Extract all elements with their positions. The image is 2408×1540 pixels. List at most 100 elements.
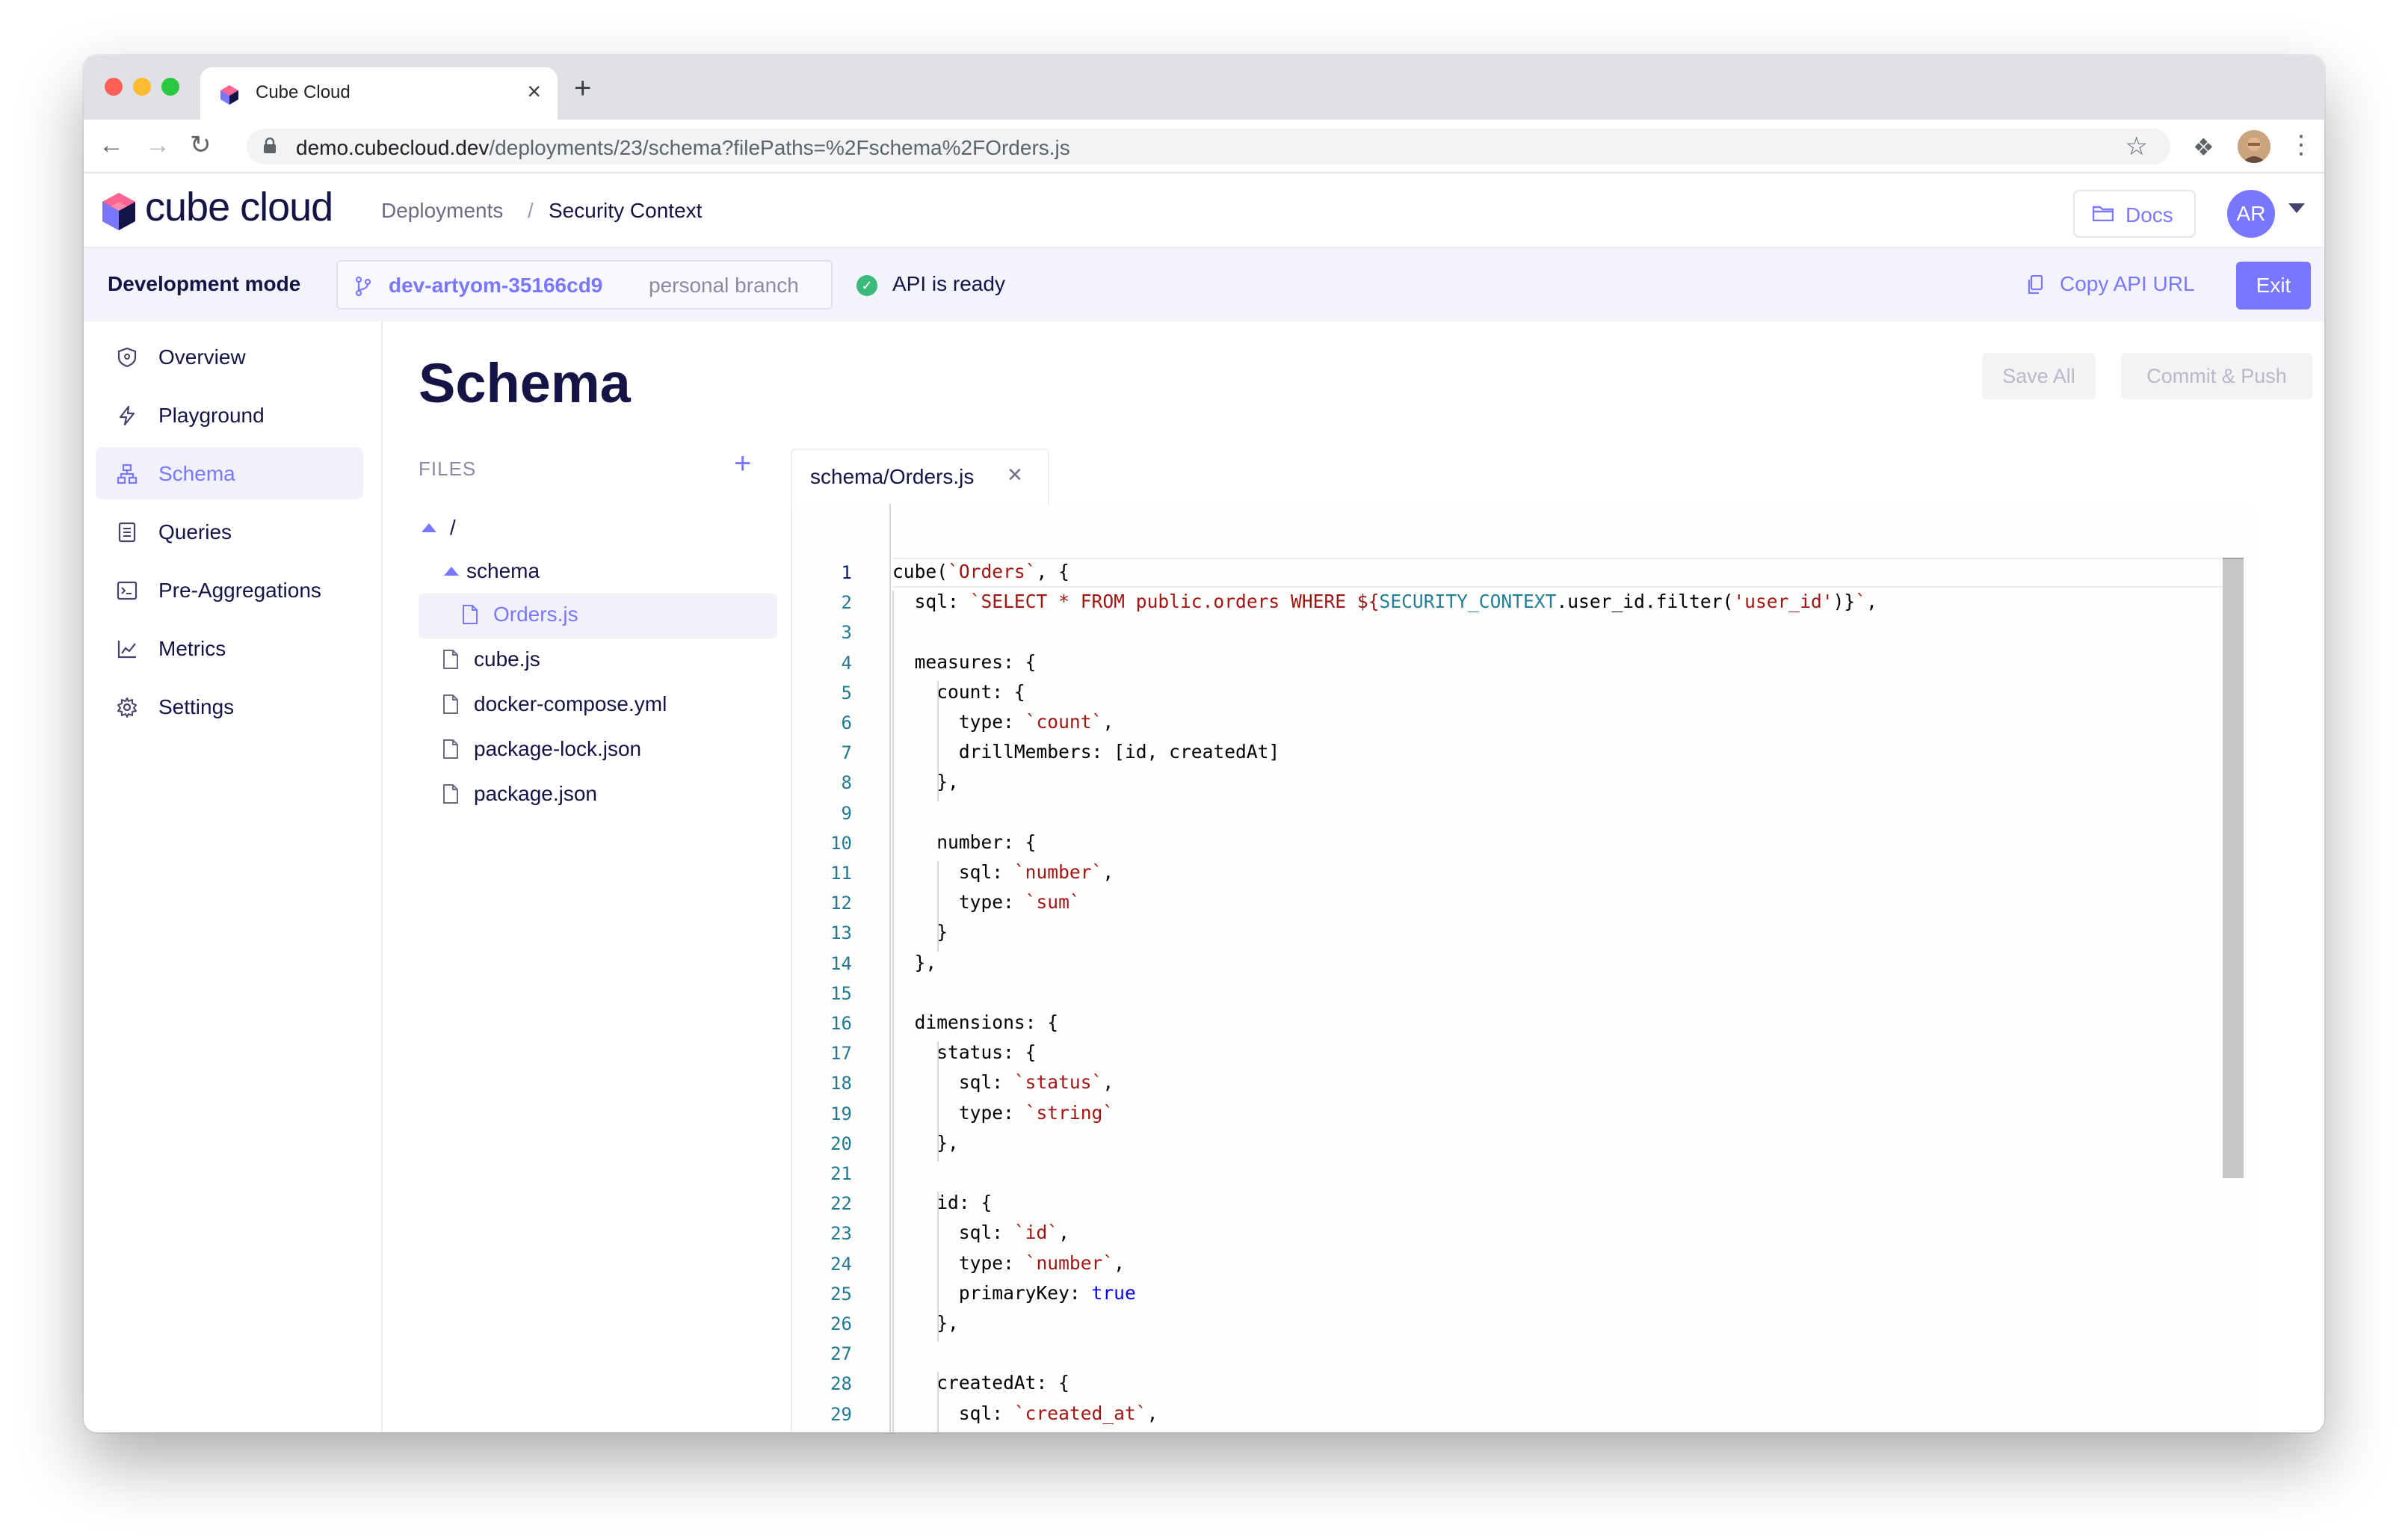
commit-push-button[interactable]: Commit & Push [2121, 353, 2312, 399]
tree-file-orders[interactable]: Orders.js [462, 594, 761, 638]
zoom-window-button[interactable] [161, 78, 179, 96]
line-number: 17 [830, 1043, 852, 1065]
sidebar-item-pre-aggregations[interactable]: Pre-Aggregations [96, 564, 363, 616]
close-icon[interactable]: × [1007, 461, 1022, 490]
logo-text[interactable]: cube cloud [145, 184, 333, 230]
line-number: 10 [830, 832, 852, 854]
tree-file-label: Orders.js [493, 603, 578, 626]
files-heading: FILES [419, 458, 477, 480]
code-token: }, [892, 771, 959, 793]
code-line: sql: `created_at`, [892, 1402, 1158, 1424]
address-bar[interactable]: demo.cubecloud.dev/deployments/23/schema… [247, 129, 2170, 164]
line-number: 19 [830, 1103, 852, 1124]
code-token: measures: { [892, 650, 1037, 673]
code-token: drillMembers: [id, createdAt] [892, 741, 1280, 763]
copy-api-url-button[interactable]: Copy API URL [2027, 272, 2195, 296]
exit-button[interactable]: Exit [2236, 262, 2311, 309]
line-number: 13 [830, 923, 852, 944]
docs-label: Docs [2125, 203, 2173, 227]
line-number: 7 [841, 742, 852, 764]
tree-folder-label: schema [466, 559, 540, 582]
forward-arrow-icon[interactable]: → [145, 130, 170, 160]
tree-file-cube-js[interactable]: cube.js [442, 638, 741, 683]
folder-icon [2093, 206, 2114, 221]
branch-name: dev-artyom-35166cd9 [389, 274, 603, 297]
extensions-puzzle-icon[interactable]: ❖ [2193, 133, 2214, 161]
editor-tab-orders[interactable]: schema/Orders.js × [791, 449, 1049, 505]
line-number: 25 [830, 1283, 852, 1305]
sidebar-item-playground[interactable]: Playground [96, 389, 363, 441]
code-line: }, [892, 1312, 959, 1334]
code-token: type: [892, 711, 1025, 733]
sidebar-item-metrics[interactable]: Metrics [96, 622, 363, 674]
code-line: }, [892, 771, 959, 792]
tree-file-label: docker-compose.yml [474, 692, 667, 715]
bookmark-star-icon[interactable]: ☆ [2125, 132, 2148, 161]
code-token: `number` [1025, 1251, 1114, 1274]
check-circle-icon: ✓ [856, 275, 877, 296]
save-all-button[interactable]: Save All [1982, 353, 2096, 399]
cube-cloud-logo-icon[interactable] [100, 191, 138, 232]
close-window-button[interactable] [105, 78, 123, 96]
tree-file-docker-compose[interactable]: docker-compose.yml [442, 683, 741, 728]
gear-icon [117, 697, 137, 718]
code-token: status: { [892, 1041, 1037, 1064]
breadcrumb-deployments[interactable]: Deployments [381, 199, 503, 223]
minimize-window-button[interactable] [133, 78, 151, 96]
api-status-text: API is ready [892, 272, 1005, 295]
line-number: 15 [830, 982, 852, 1004]
code-token: }, [892, 951, 937, 973]
code-token: type: [892, 1101, 1025, 1124]
list-icon [118, 522, 136, 543]
sidebar-item-overview[interactable]: Overview [96, 330, 363, 383]
code-token: `id` [1013, 1222, 1059, 1244]
code-token: dimensions: { [892, 1011, 1059, 1033]
tree-root-folder[interactable]: / [419, 507, 777, 552]
file-icon [443, 739, 458, 759]
file-icon [463, 605, 478, 624]
sidebar-item-queries[interactable]: Queries [96, 505, 363, 558]
code-line: sql: `SELECT * FROM public.orders WHERE … [892, 591, 1877, 612]
line-number: 24 [830, 1253, 852, 1275]
indent-guide [937, 861, 939, 952]
code-token: , [1866, 591, 1877, 613]
browser-window: Cube Cloud × + ← → ↻ demo.cubecloud.dev/… [84, 55, 2324, 1432]
tree-schema-folder[interactable]: schema [419, 550, 777, 595]
schema-icon [117, 463, 138, 484]
tree-file-package-json[interactable]: package.json [442, 773, 741, 818]
code-token: .user_id.filter( [1556, 591, 1734, 613]
new-tab-button[interactable]: + [574, 72, 591, 105]
sidebar-item-settings[interactable]: Settings [96, 680, 363, 733]
reload-icon[interactable]: ↻ [190, 130, 212, 160]
docs-button[interactable]: Docs [2073, 190, 2196, 238]
code-token: `sum` [1025, 891, 1081, 914]
breadcrumb-separator: / [528, 199, 534, 222]
sidebar-item-schema[interactable]: Schema [96, 447, 363, 499]
editor-scrollbar[interactable] [2223, 558, 2244, 1178]
code-line: number: { [892, 831, 1036, 853]
code-line: type: `string` [892, 1102, 1114, 1124]
browser-menu-icon[interactable]: ⋮ [2288, 130, 2314, 160]
browser-tab[interactable]: Cube Cloud × [200, 67, 558, 120]
code-token: `SELECT * FROM public.orders WHERE ${ [969, 591, 1380, 613]
code-line: sql: `status`, [892, 1071, 1114, 1093]
add-file-button[interactable]: + [734, 447, 751, 481]
tree-file-label: package-lock.json [474, 737, 642, 760]
back-arrow-icon[interactable]: ← [99, 130, 124, 160]
code-token: id: { [892, 1192, 992, 1214]
chevron-down-icon[interactable] [2288, 203, 2305, 213]
sidebar-item-label: Pre-Aggregations [158, 579, 321, 602]
user-avatar[interactable]: AR [2227, 190, 2275, 238]
code-line: }, [892, 951, 937, 973]
code-editor[interactable]: 1 cube(`Orders`, {2 sql: `SELECT * FROM p… [791, 504, 2256, 1432]
branch-selector[interactable]: dev-artyom-35166cd9 personal branch [336, 260, 833, 309]
indent-guide [937, 1372, 939, 1432]
line-number: 21 [830, 1163, 852, 1184]
code-line: createdAt: { [892, 1372, 1069, 1393]
profile-avatar[interactable] [2238, 130, 2270, 163]
tree-file-package-lock[interactable]: package-lock.json [442, 728, 741, 773]
file-icon [443, 650, 458, 669]
line-number: 8 [841, 772, 852, 794]
tab-close-icon[interactable]: × [527, 78, 541, 105]
collapse-triangle-icon [444, 567, 459, 576]
